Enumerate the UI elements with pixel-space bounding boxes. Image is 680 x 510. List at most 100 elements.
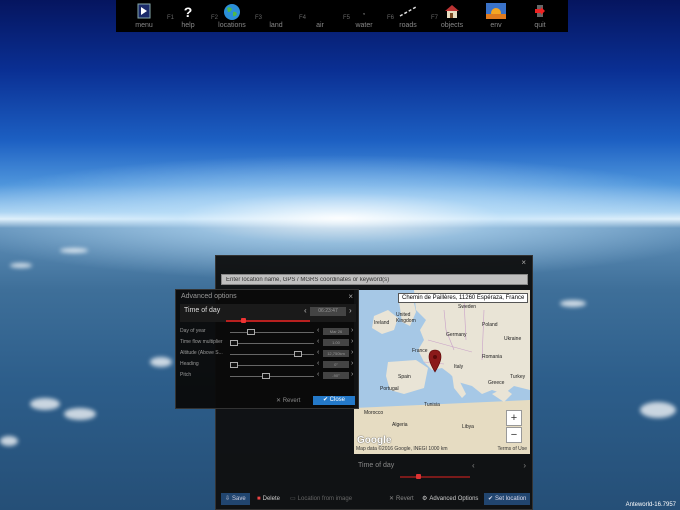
map-label: France [412, 348, 428, 354]
option-slider-thumb[interactable] [293, 351, 302, 357]
close-x-icon: ✕ [276, 398, 283, 404]
chevron-left-icon[interactable]: ‹ [317, 360, 319, 367]
option-value[interactable]: 0° [323, 361, 349, 368]
toolbar-roads[interactable]: F6 roads [387, 3, 429, 32]
chevron-left-icon[interactable]: ‹ [317, 338, 319, 345]
chevron-left-icon[interactable]: ‹ [317, 371, 319, 378]
option-value[interactable]: Mar 26 [323, 328, 349, 335]
time-of-day-slider[interactable] [226, 320, 310, 322]
option-slider-thumb[interactable] [261, 373, 270, 379]
time-of-day-label: Time of day [358, 462, 395, 469]
advanced-options-panel: Advanced options × Time of day ‹ 06:23:4… [175, 289, 359, 409]
google-logo: Google [357, 435, 392, 446]
save-icon: ⇩ [225, 496, 231, 502]
option-slider-thumb[interactable] [230, 362, 238, 368]
time-of-day-slider-thumb[interactable] [416, 474, 421, 479]
check-icon: ✔ [322, 397, 330, 403]
location-map[interactable]: Chemin de Paillères, 11260 Espéraza, Fra… [354, 290, 530, 454]
location-search-input[interactable] [221, 274, 528, 285]
sunset-icon [475, 3, 517, 21]
option-value[interactable]: 1.00 [323, 339, 349, 346]
time-of-day-label: Time of day [184, 307, 221, 314]
option-slider[interactable] [230, 343, 314, 344]
map-label: Algeria [392, 422, 408, 428]
chevron-right-icon[interactable]: › [351, 371, 353, 378]
chevron-right-icon[interactable]: › [351, 349, 353, 356]
cloud [150, 357, 172, 367]
location-time-of-day: Time of day ‹ › [358, 461, 526, 472]
close-icon[interactable]: × [348, 292, 353, 301]
cloud [560, 300, 586, 307]
close-icon[interactable]: × [521, 258, 526, 267]
chevron-left-icon[interactable]: ‹ [317, 327, 319, 334]
toolbar-air[interactable]: F4 air [299, 3, 341, 32]
toolbar-help[interactable]: F1 ? help [167, 3, 209, 32]
map-label: Turkey [510, 374, 526, 380]
option-slider-thumb[interactable] [246, 329, 255, 335]
map-zoom-out-button[interactable]: − [506, 427, 522, 443]
chevron-right-icon[interactable]: › [349, 306, 352, 315]
cloud [30, 398, 60, 410]
option-row-time-flow: Time flow multiplier ‹ 1.00 › [180, 338, 354, 346]
revert-button[interactable]: ✕ Revert [385, 493, 418, 505]
location-button-bar: ⇩ Save ■ Delete ▭ Location from image ✕ Reve… [220, 493, 531, 506]
time-of-day-prev-button[interactable]: ‹ [472, 461, 475, 470]
map-label: Libya [462, 424, 474, 430]
time-of-day-value[interactable]: 06:23:47 [310, 307, 346, 316]
option-row-altitude: Altitude (Above S... ‹ 12,750km › [180, 349, 354, 357]
chevron-right-icon[interactable]: › [351, 327, 353, 334]
main-toolbar: menu F1 ? help F2 locations F3 land F4 a… [116, 0, 568, 32]
gear-icon: ⚙ [422, 496, 428, 502]
toolbar-menu[interactable]: menu [123, 3, 165, 32]
toolbar-env[interactable]: env [475, 3, 517, 32]
panel-title: Advanced options [181, 293, 237, 300]
option-slider[interactable] [230, 365, 314, 366]
map-address-label: Chemin de Paillères, 11260 Espéraza, Fra… [398, 293, 529, 303]
advanced-close-button[interactable]: ✔ Close [313, 396, 355, 405]
map-label: Tunisia [424, 402, 440, 408]
location-from-image-button[interactable]: ▭ Location from image [286, 493, 356, 505]
map-label: Germany [446, 332, 467, 338]
map-label: Portugal [380, 386, 399, 392]
option-value[interactable]: 12,750km [323, 350, 349, 357]
chevron-right-icon[interactable]: › [351, 360, 353, 367]
save-button[interactable]: ⇩ Save [221, 493, 250, 505]
option-row-pitch: Pitch ‹ -90° › [180, 371, 354, 379]
set-location-button[interactable]: ✔ Set location [484, 493, 531, 505]
option-slider-thumb[interactable] [230, 340, 238, 346]
delete-button[interactable]: ■ Delete [253, 493, 284, 505]
map-terms-link[interactable]: Terms of Use [498, 446, 527, 452]
option-slider[interactable] [230, 332, 314, 333]
toolbar-quit[interactable]: quit [519, 3, 561, 32]
close-x-icon: ✕ [389, 496, 395, 502]
toolbar-locations[interactable]: F2 locations [211, 3, 253, 32]
map-label: Ukraine [504, 336, 522, 342]
cloud [640, 402, 676, 418]
option-value[interactable]: -90° [323, 372, 349, 379]
map-label: United Kingdom [396, 312, 416, 324]
image-icon: ▭ [290, 496, 296, 502]
option-row-heading: Heading ‹ 0° › [180, 360, 354, 368]
check-icon: ✔ [488, 496, 494, 502]
map-label: Sweden [458, 304, 477, 310]
toolbar-land[interactable]: F3 land [255, 3, 297, 32]
toolbar-objects[interactable]: F7 objects [431, 3, 473, 32]
option-slider[interactable] [230, 376, 314, 377]
chevron-left-icon[interactable]: ‹ [304, 306, 307, 315]
advanced-options-button[interactable]: ⚙ Advanced Options [418, 493, 482, 505]
exit-icon [519, 3, 561, 21]
advanced-revert-button[interactable]: ✕ Revert [276, 397, 300, 404]
cloud [0, 436, 18, 446]
time-of-day-next-button[interactable]: › [523, 461, 526, 470]
cloud [60, 248, 88, 253]
chevron-left-icon[interactable]: ‹ [317, 349, 319, 356]
map-label: Greece [488, 380, 505, 386]
map-zoom-in-button[interactable]: + [506, 410, 522, 426]
cloud [10, 263, 32, 268]
map-label: Romania [482, 354, 503, 360]
toolbar-water[interactable]: F5 , water [343, 3, 385, 32]
time-of-day-slider-thumb[interactable] [241, 318, 247, 323]
map-label: Ireland [374, 320, 390, 326]
chevron-right-icon[interactable]: › [351, 338, 353, 345]
time-of-day-slider[interactable] [400, 476, 470, 478]
